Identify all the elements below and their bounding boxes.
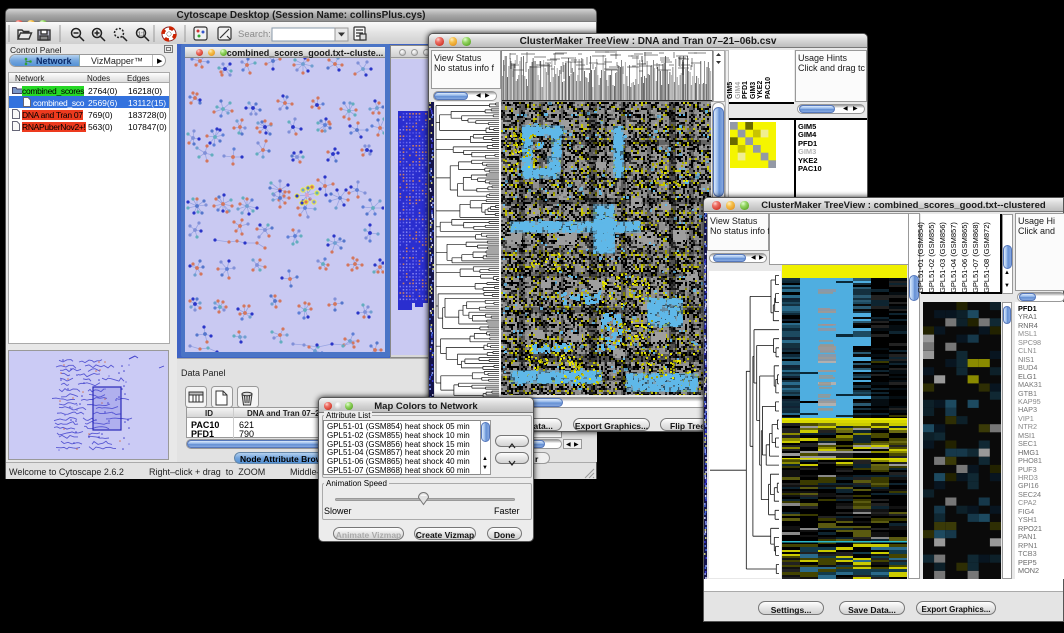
svg-text:1:1: 1:1	[138, 32, 145, 38]
svg-text:Search:: Search:	[238, 29, 271, 40]
